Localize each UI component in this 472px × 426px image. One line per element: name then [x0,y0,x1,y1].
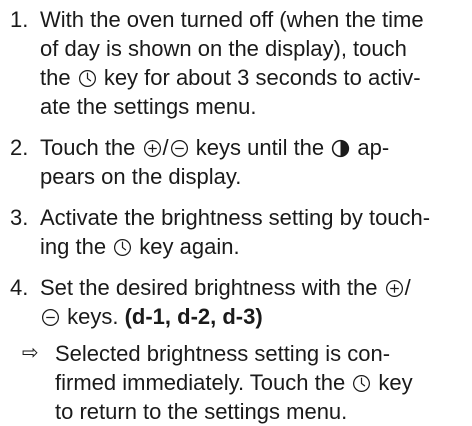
result-text-line: to return to the settings menu. [55,399,348,424]
half-circle-icon [331,139,350,158]
step-number: 1. [10,7,29,32]
figure-reference: (d-1, d-2, d-3) [124,304,263,329]
step-text-line: of day is shown on the display), touch [40,36,407,61]
step-text-line: ate the settings menu. [40,94,257,119]
step-text-line: the key for about 3 seconds to activ- [40,65,421,90]
step-number: 3. [10,205,29,230]
step-text-line: Set the desired brightness with the / [40,275,411,300]
clock-icon [352,374,371,393]
step-text-line: keys. (d-1, d-2, d-3) [40,302,263,331]
step-text-line: Activate the brightness setting by touch… [40,205,431,230]
step-text-line: ing the key again. [40,234,240,259]
step-text-line: With the oven turned off (when the time [40,7,424,32]
minus-icon [170,139,189,158]
result-text-line: Selected brightness setting is con- [55,341,391,366]
plus-icon [385,279,404,298]
step-text-line: pears on the display. [40,164,242,189]
result-arrow-icon: ⇨ [22,342,39,364]
result-text-line: firmed immediately. Touch the key [55,370,413,395]
minus-icon [41,308,60,327]
step-number: 2. [10,135,29,160]
step-number: 4. [10,275,29,300]
clock-icon [113,238,132,257]
clock-icon [78,69,97,88]
instruction-document: 1. With the oven turned off (when the ti… [0,0,472,425]
step-text-line: Touch the / keys until the ap- [40,135,390,160]
plus-icon [143,139,162,158]
